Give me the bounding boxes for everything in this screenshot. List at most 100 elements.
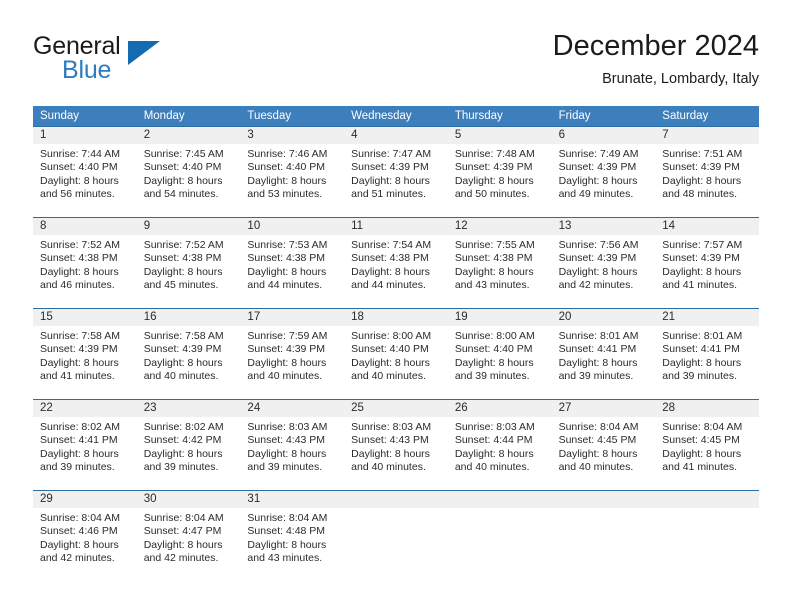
sunrise-text: Sunrise: 7:46 AM xyxy=(247,148,328,160)
day-number[interactable]: 20 xyxy=(552,309,656,326)
day-number[interactable]: 1 xyxy=(33,127,137,144)
day-number[interactable]: 24 xyxy=(240,400,344,417)
sunrise-text: Sunrise: 8:00 AM xyxy=(454,330,535,342)
day-number[interactable]: 14 xyxy=(655,218,759,235)
day-number[interactable]: 11 xyxy=(344,218,448,235)
sunrise-text: Sunrise: 7:52 AM xyxy=(40,239,120,251)
sunrise-text: Sunrise: 8:04 AM xyxy=(247,512,328,524)
sunrise-text: Sunrise: 8:04 AM xyxy=(558,421,639,433)
weekday-header-monday: Monday xyxy=(143,110,185,122)
day-number[interactable]: 22 xyxy=(33,400,137,417)
daylight-text-line2: and 39 minutes. xyxy=(143,461,219,474)
sunset-text: Sunset: 4:40 PM xyxy=(351,343,429,356)
sunset-text: Sunset: 4:38 PM xyxy=(143,252,222,265)
daylight-text-line1: Daylight: 8 hours xyxy=(247,174,327,187)
day-number[interactable]: 7 xyxy=(655,127,759,144)
sunset-text: Sunset: 4:41 PM xyxy=(40,434,118,447)
day-number[interactable]: 16 xyxy=(137,309,241,326)
daylight-text-line1: Daylight: 8 hours xyxy=(662,174,742,187)
title-block: December 2024 Brunate, Lombardy, Italy xyxy=(553,28,759,89)
day-cell: Sunrise: 8:03 AM Sunset: 4:43 PM Dayligh… xyxy=(344,417,448,490)
day-number[interactable]: 5 xyxy=(448,127,552,144)
day-cell: Sunrise: 7:44 AM Sunset: 4:40 PM Dayligh… xyxy=(33,144,137,217)
day-number[interactable]: 10 xyxy=(240,218,344,235)
sunset-text: Sunset: 4:47 PM xyxy=(143,525,222,538)
day-number[interactable]: 26 xyxy=(448,400,552,417)
day-number[interactable]: 2 xyxy=(137,127,241,144)
day-detail-band: Sunrise: 8:02 AM Sunset: 4:41 PM Dayligh… xyxy=(33,417,759,490)
day-cell: Sunrise: 7:52 AM Sunset: 4:38 PM Dayligh… xyxy=(33,235,137,308)
day-cell: Sunrise: 7:59 AM Sunset: 4:39 PM Dayligh… xyxy=(240,326,344,399)
day-cell: Sunrise: 8:04 AM Sunset: 4:45 PM Dayligh… xyxy=(655,417,759,490)
day-number[interactable]: 23 xyxy=(137,400,241,417)
sunset-text: Sunset: 4:41 PM xyxy=(558,343,637,356)
day-cell: Sunrise: 8:04 AM Sunset: 4:47 PM Dayligh… xyxy=(137,508,241,581)
daylight-text-line1: Daylight: 8 hours xyxy=(143,174,223,187)
daylight-text-line2: and 50 minutes. xyxy=(454,188,530,201)
day-number[interactable]: 31 xyxy=(240,491,344,508)
daylight-text-line2: and 49 minutes. xyxy=(558,188,634,201)
sunset-text: Sunset: 4:44 PM xyxy=(454,434,533,447)
general-blue-logo[interactable]: General Blue xyxy=(33,32,233,90)
day-number[interactable]: 29 xyxy=(33,491,137,508)
day-number-band: 22 23 24 25 26 27 28 xyxy=(33,400,759,417)
daylight-text-line1: Daylight: 8 hours xyxy=(40,174,119,187)
daylight-text-line1: Daylight: 8 hours xyxy=(558,447,638,460)
sunset-text: Sunset: 4:39 PM xyxy=(247,343,326,356)
brand-name-blue: Blue xyxy=(62,56,112,84)
daylight-text-line1: Daylight: 8 hours xyxy=(454,447,534,460)
day-cell: Sunrise: 7:58 AM Sunset: 4:39 PM Dayligh… xyxy=(137,326,241,399)
sunset-text: Sunset: 4:39 PM xyxy=(558,252,637,265)
day-number[interactable]: 12 xyxy=(448,218,552,235)
daylight-text-line2: and 44 minutes. xyxy=(247,279,323,292)
daylight-text-line1: Daylight: 8 hours xyxy=(40,538,119,551)
daylight-text-line1: Daylight: 8 hours xyxy=(558,265,638,278)
day-number[interactable]: 3 xyxy=(240,127,344,144)
daylight-text-line1: Daylight: 8 hours xyxy=(143,265,223,278)
day-number[interactable]: 18 xyxy=(344,309,448,326)
sunrise-text: Sunrise: 7:58 AM xyxy=(40,330,120,342)
daylight-text-line2: and 39 minutes. xyxy=(662,370,737,383)
sunset-text: Sunset: 4:40 PM xyxy=(40,161,118,174)
daylight-text-line2: and 40 minutes. xyxy=(143,370,219,383)
day-number[interactable]: 15 xyxy=(33,309,137,326)
week-row: 15 16 17 18 19 20 21 Sunrise: 7:58 AM Su… xyxy=(33,308,759,399)
day-number[interactable]: 21 xyxy=(655,309,759,326)
day-number[interactable]: 25 xyxy=(344,400,448,417)
day-number[interactable]: 6 xyxy=(552,127,656,144)
sunrise-text: Sunrise: 7:55 AM xyxy=(454,239,535,251)
daylight-text-line1: Daylight: 8 hours xyxy=(662,447,742,460)
day-cell-empty xyxy=(552,508,656,581)
day-number[interactable]: 13 xyxy=(552,218,656,235)
sunrise-text: Sunrise: 8:01 AM xyxy=(662,330,743,342)
sunrise-text: Sunrise: 8:02 AM xyxy=(143,421,224,433)
day-number[interactable]: 8 xyxy=(33,218,137,235)
day-number[interactable]: 30 xyxy=(137,491,241,508)
sunset-text: Sunset: 4:39 PM xyxy=(454,161,533,174)
day-cell: Sunrise: 7:54 AM Sunset: 4:38 PM Dayligh… xyxy=(344,235,448,308)
weekday-header-sunday: Sunday xyxy=(40,110,80,122)
day-detail-band: Sunrise: 8:04 AM Sunset: 4:46 PM Dayligh… xyxy=(33,508,759,581)
day-number[interactable]: 27 xyxy=(552,400,656,417)
week-row: 8 9 10 11 12 13 14 Sunrise: 7:52 AM Suns… xyxy=(33,217,759,308)
day-detail-band: Sunrise: 7:52 AM Sunset: 4:38 PM Dayligh… xyxy=(33,235,759,308)
day-number[interactable]: 4 xyxy=(344,127,448,144)
daylight-text-line1: Daylight: 8 hours xyxy=(247,356,327,369)
daylight-text-line1: Daylight: 8 hours xyxy=(662,265,742,278)
day-number[interactable]: 28 xyxy=(655,400,759,417)
daylight-text-line2: and 43 minutes. xyxy=(247,552,323,565)
sunrise-text: Sunrise: 8:03 AM xyxy=(454,421,535,433)
daylight-text-line2: and 42 minutes. xyxy=(143,552,219,565)
day-number[interactable]: 9 xyxy=(137,218,241,235)
sunset-text: Sunset: 4:41 PM xyxy=(662,343,740,356)
sunrise-text: Sunrise: 7:44 AM xyxy=(40,148,120,160)
day-number[interactable]: 19 xyxy=(448,309,552,326)
sunset-text: Sunset: 4:38 PM xyxy=(351,252,429,265)
daylight-text-line2: and 48 minutes. xyxy=(662,188,737,201)
sunrise-text: Sunrise: 7:48 AM xyxy=(454,148,535,160)
week-row: 29 30 31 Sunrise: 8:04 AM Sunset: 4:46 P… xyxy=(33,490,759,581)
sunrise-text: Sunrise: 7:52 AM xyxy=(143,239,224,251)
day-cell: Sunrise: 7:49 AM Sunset: 4:39 PM Dayligh… xyxy=(552,144,656,217)
daylight-text-line2: and 41 minutes. xyxy=(662,461,737,474)
day-number[interactable]: 17 xyxy=(240,309,344,326)
